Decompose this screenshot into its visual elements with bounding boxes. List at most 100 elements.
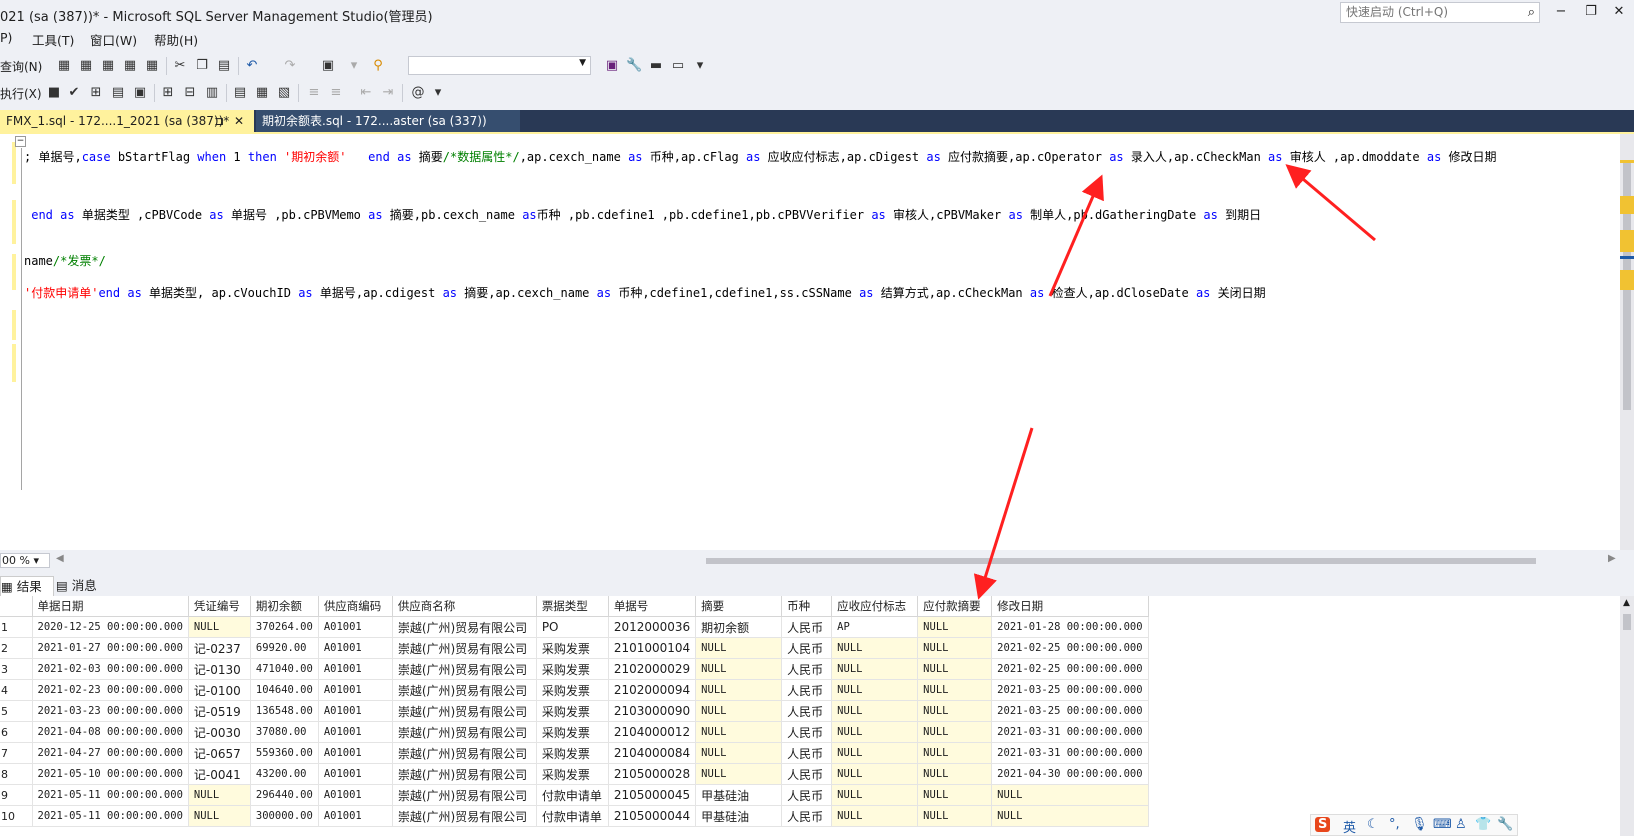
- column-header[interactable]: 供应商名称: [392, 596, 537, 617]
- column-header[interactable]: 供应商编码: [318, 596, 393, 617]
- row-number[interactable]: 5: [0, 700, 33, 722]
- ime-toolbar[interactable]: S 英 ☾ °, 🎙 ⌨ ♙ 👕 🔧: [1310, 814, 1518, 836]
- table-cell[interactable]: 记-0041: [188, 763, 251, 785]
- tab-fmx-query[interactable]: FMX_1.sql - 172....1_2021 (sa (387))* ⊐ …: [0, 110, 254, 132]
- table-cell[interactable]: 人民币: [781, 637, 833, 659]
- table-cell[interactable]: NULL: [917, 721, 993, 743]
- table-cell[interactable]: NULL: [831, 679, 919, 701]
- row-number[interactable]: 4: [0, 679, 33, 701]
- table-cell[interactable]: 采购发票: [536, 721, 609, 743]
- table-cell[interactable]: NULL: [831, 700, 919, 722]
- moon-icon[interactable]: ☾: [1367, 817, 1379, 832]
- table-cell[interactable]: NULL: [917, 742, 993, 764]
- table-cell[interactable]: 甲基硅油: [695, 805, 783, 827]
- row-number[interactable]: 1: [0, 616, 33, 638]
- table-cell[interactable]: NULL: [831, 805, 919, 827]
- code-line[interactable]: name/*发票*/: [24, 252, 106, 269]
- find-icon[interactable]: ⚲: [370, 58, 386, 74]
- table-cell[interactable]: 2102000029: [608, 658, 697, 680]
- table-cell[interactable]: NULL: [188, 616, 251, 638]
- table-cell[interactable]: A01001: [318, 742, 393, 764]
- dmx-icon[interactable]: ▦: [100, 58, 116, 74]
- table-cell[interactable]: A01001: [318, 784, 393, 806]
- decrease-indent-icon[interactable]: ⇤: [358, 85, 374, 101]
- table-cell[interactable]: NULL: [831, 763, 919, 785]
- command-window-icon[interactable]: ▭: [670, 58, 686, 74]
- table-row[interactable]: 9 2021-05-11 00:00:00.000 NULL 296440.00 A01…: [0, 784, 1149, 806]
- table-cell[interactable]: NULL: [695, 742, 783, 764]
- table-cell[interactable]: 崇越(广州)贸易有限公司: [392, 637, 537, 659]
- table-cell[interactable]: NULL: [831, 658, 919, 680]
- table-cell[interactable]: 2102000094: [608, 679, 697, 701]
- grid-vertical-scrollbar[interactable]: ▲: [1620, 596, 1634, 836]
- xmla-icon[interactable]: ▦: [122, 58, 138, 74]
- table-cell[interactable]: 2021-03-31 00:00:00.000: [991, 721, 1149, 743]
- table-row[interactable]: 1 2020-12-25 00:00:00.000 NULL 370264.00 A01…: [0, 616, 1149, 638]
- intellisense-icon[interactable]: ▣: [132, 85, 148, 101]
- table-cell[interactable]: 2021-03-25 00:00:00.000: [991, 700, 1149, 722]
- table-cell[interactable]: A01001: [318, 679, 393, 701]
- collapse-icon[interactable]: −: [15, 136, 26, 147]
- row-number[interactable]: 10: [0, 805, 33, 827]
- find-combobox[interactable]: ▼: [408, 56, 591, 75]
- scroll-left-icon[interactable]: ◀: [56, 553, 64, 564]
- table-cell[interactable]: 人民币: [781, 742, 833, 764]
- column-header[interactable]: 修改日期: [991, 596, 1149, 617]
- new-query-button[interactable]: 查询(N): [0, 58, 42, 75]
- increase-indent-icon[interactable]: ⇥: [380, 85, 396, 101]
- table-cell[interactable]: 37080.00: [250, 721, 319, 743]
- table-cell[interactable]: NULL: [695, 679, 783, 701]
- table-cell[interactable]: 人民币: [781, 679, 833, 701]
- row-number-header[interactable]: [0, 596, 33, 617]
- table-cell[interactable]: 2021-01-28 00:00:00.000: [991, 616, 1149, 638]
- copy-icon[interactable]: ❐: [194, 58, 210, 74]
- table-cell[interactable]: 记-0100: [188, 679, 251, 701]
- table-cell[interactable]: 人民币: [781, 721, 833, 743]
- tab-results[interactable]: ▦ 结果: [0, 576, 54, 596]
- zoom-dropdown[interactable]: 00 % ▾: [0, 553, 50, 568]
- skin-icon[interactable]: 👕: [1475, 817, 1491, 832]
- table-cell[interactable]: NULL: [917, 637, 993, 659]
- menu-item-tools[interactable]: 工具(T): [32, 30, 74, 49]
- tab-messages[interactable]: ▤ 消息: [56, 576, 97, 595]
- table-cell[interactable]: 崇越(广州)贸易有限公司: [392, 721, 537, 743]
- table-cell[interactable]: NULL: [917, 700, 993, 722]
- table-cell[interactable]: 2021-02-03 00:00:00.000: [32, 658, 189, 680]
- query-options-icon[interactable]: ▤: [110, 85, 126, 101]
- chevron-down-icon[interactable]: ▼: [579, 58, 586, 68]
- row-number[interactable]: 6: [0, 721, 33, 743]
- code-line[interactable]: '付款申请单'end as 单据类型, ap.cVouchID as 单据号,a…: [24, 284, 1266, 301]
- live-stats-icon[interactable]: ⊟: [182, 85, 198, 101]
- plan-icon[interactable]: ⊞: [88, 85, 104, 101]
- table-cell[interactable]: NULL: [695, 658, 783, 680]
- parse-checkmark-icon[interactable]: ✔: [66, 85, 82, 101]
- table-cell[interactable]: 104640.00: [250, 679, 319, 701]
- table-cell[interactable]: 2104000084: [608, 742, 697, 764]
- menu-item-project[interactable]: P): [0, 30, 12, 45]
- table-cell[interactable]: 人民币: [781, 763, 833, 785]
- table-cell[interactable]: 296440.00: [250, 784, 319, 806]
- comment-icon[interactable]: ≡: [306, 85, 322, 101]
- table-cell[interactable]: 期初余额: [695, 616, 783, 638]
- table-cell[interactable]: 崇越(广州)贸易有限公司: [392, 616, 537, 638]
- microphone-icon[interactable]: 🎙: [1411, 817, 1428, 832]
- column-header[interactable]: 期初余额: [250, 596, 319, 617]
- table-cell[interactable]: 2021-03-23 00:00:00.000: [32, 700, 189, 722]
- sogou-logo-icon[interactable]: S: [1315, 817, 1331, 832]
- results-to-text-icon[interactable]: ▤: [232, 85, 248, 101]
- table-cell[interactable]: 崇越(广州)贸易有限公司: [392, 700, 537, 722]
- table-row[interactable]: 8 2021-05-10 00:00:00.000 记-0041 43200.00 A0…: [0, 763, 1149, 785]
- code-line[interactable]: end as 单据类型 ,cPBVCode as 单据号 ,pb.cPBVMem…: [24, 206, 1261, 223]
- user-icon[interactable]: ♙: [1455, 817, 1467, 832]
- table-cell[interactable]: 崇越(广州)贸易有限公司: [392, 679, 537, 701]
- dax-icon[interactable]: ▦: [144, 58, 160, 74]
- mdx-query-icon[interactable]: ▦: [56, 58, 72, 74]
- table-cell[interactable]: 2021-02-25 00:00:00.000: [991, 637, 1149, 659]
- table-cell[interactable]: 采购发票: [536, 700, 609, 722]
- table-cell[interactable]: 记-0237: [188, 637, 251, 659]
- quick-launch-input[interactable]: [1341, 3, 1516, 21]
- toolbox-icon[interactable]: ▬: [648, 58, 664, 74]
- table-cell[interactable]: NULL: [188, 784, 251, 806]
- table-row[interactable]: 4 2021-02-23 00:00:00.000 记-0100 104640.00 A…: [0, 679, 1149, 701]
- mdx-icon[interactable]: ▦: [78, 58, 94, 74]
